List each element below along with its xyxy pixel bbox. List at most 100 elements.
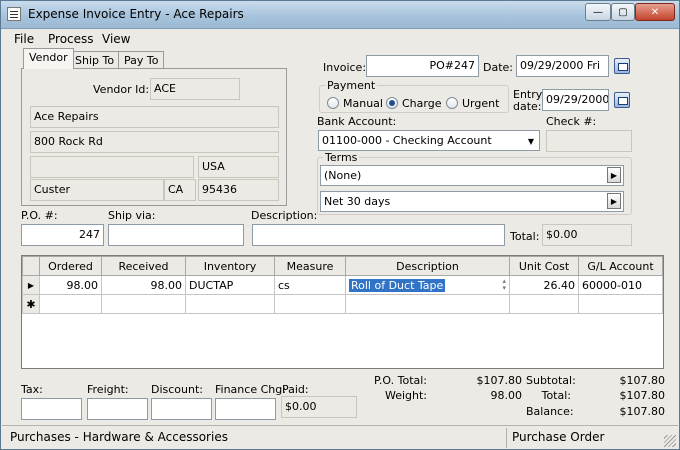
menu-bar: File Process View	[1, 30, 679, 48]
total-label: Total:	[510, 230, 540, 243]
cell-ordered[interactable]: 98.00	[39, 275, 102, 295]
weight-value: 98.00	[490, 389, 523, 402]
maximize-button[interactable]: ▢	[611, 3, 635, 21]
payment-charge-label[interactable]: Charge	[402, 97, 441, 110]
app-icon[interactable]	[7, 7, 21, 21]
finance-charge-label: Finance Chg:	[215, 383, 286, 396]
col-gl-account-header[interactable]: G/L Account	[578, 256, 663, 276]
subtotal-label: Subtotal:	[526, 374, 576, 387]
new-row-indicator-icon[interactable]: ✱	[22, 294, 40, 314]
col-unit-cost-header[interactable]: Unit Cost	[509, 256, 579, 276]
line-items-table: Ordered Received Inventory Measure Descr…	[22, 256, 663, 314]
vendor-name-field[interactable]: Ace Repairs	[30, 106, 279, 128]
cell-description-selected-text[interactable]: Roll of Duct Tape	[349, 278, 446, 292]
new-cell-measure[interactable]	[274, 294, 346, 314]
current-row-indicator-icon[interactable]: ▶	[22, 275, 40, 295]
status-document-type: Purchase Order	[512, 430, 605, 444]
tab-vendor[interactable]: Vendor	[23, 48, 74, 69]
entry-date-label-line2: date:	[513, 100, 542, 113]
bank-account-select[interactable]: 01100-000 - Checking Account	[318, 130, 540, 151]
title-bar[interactable]: Expense Invoice Entry - Ace Repairs — ▢ …	[1, 1, 679, 29]
grand-total-label: Total:	[541, 389, 571, 402]
payment-charge-radio[interactable]	[386, 97, 398, 109]
table-row[interactable]: ▶ 98.00 98.00 DUCTAP cs Roll of Duct Tap…	[22, 275, 663, 295]
paid-label: Paid:	[282, 383, 309, 396]
po-total-value: $107.80	[476, 374, 523, 387]
menu-view[interactable]: View	[102, 32, 130, 46]
payment-label: Payment	[325, 79, 378, 92]
cell-inventory[interactable]: DUCTAP	[185, 275, 275, 295]
menu-process[interactable]: Process	[48, 32, 94, 46]
terms-field-1[interactable]: (None)	[320, 165, 624, 186]
col-measure-header[interactable]: Measure	[274, 256, 346, 276]
po-total-label: P.O. Total:	[374, 374, 428, 387]
vendor-tab-panel: Vendor Id: ACE Ace Repairs 800 Rock Rd U…	[21, 68, 287, 206]
finance-charge-field[interactable]	[215, 398, 276, 420]
payment-manual-radio[interactable]	[327, 97, 339, 109]
vendor-address1-field[interactable]: 800 Rock Rd	[30, 131, 279, 153]
vendor-address2-field[interactable]	[30, 156, 194, 178]
vendor-country-field[interactable]: USA	[198, 156, 279, 178]
terms-1-arrow-icon[interactable]: ▶	[607, 167, 621, 183]
new-cell-ordered[interactable]	[39, 294, 102, 314]
vendor-city-field[interactable]: Custer	[30, 179, 164, 201]
date-field[interactable]: 09/29/2000 Fri	[516, 55, 609, 77]
cell-gl-account[interactable]: 60000-010	[578, 275, 663, 295]
date-calendar-icon[interactable]	[614, 58, 630, 74]
new-cell-inventory[interactable]	[185, 294, 275, 314]
close-button[interactable]: ✕	[635, 3, 675, 21]
line-items-grid[interactable]: Ordered Received Inventory Measure Descr…	[21, 255, 664, 369]
new-cell-description[interactable]	[345, 294, 510, 314]
vendor-id-field[interactable]: ACE	[150, 78, 240, 100]
payment-manual-label[interactable]: Manual	[343, 97, 383, 110]
terms-2-arrow-icon[interactable]: ▶	[607, 193, 621, 209]
cell-unit-cost[interactable]: 26.40	[509, 275, 579, 295]
window-title: Expense Invoice Entry - Ace Repairs	[28, 7, 244, 21]
cell-measure[interactable]: cs	[274, 275, 346, 295]
bank-account-label: Bank Account:	[317, 115, 397, 128]
new-cell-unit-cost[interactable]	[509, 294, 579, 314]
po-number-label: P.O. #:	[21, 209, 58, 222]
col-inventory-header[interactable]: Inventory	[185, 256, 275, 276]
invoice-field[interactable]: PO#247	[366, 55, 479, 77]
total-field[interactable]: $0.00	[542, 224, 632, 246]
payment-urgent-label[interactable]: Urgent	[462, 97, 499, 110]
ship-via-field[interactable]	[108, 224, 244, 246]
description-field[interactable]	[252, 224, 505, 246]
payment-urgent-radio[interactable]	[446, 97, 458, 109]
resize-grip-icon[interactable]	[664, 435, 676, 447]
col-description-header[interactable]: Description	[345, 256, 510, 276]
tax-field[interactable]	[21, 398, 82, 420]
weight-label: Weight:	[384, 389, 427, 402]
col-ordered-header[interactable]: Ordered	[39, 256, 102, 276]
cell-received[interactable]: 98.00	[101, 275, 186, 295]
date-label: Date:	[483, 61, 513, 74]
cell-description[interactable]: Roll of Duct Tape ▴ ▾	[345, 275, 510, 295]
vendor-zip-field[interactable]: 95436	[198, 179, 279, 201]
new-row[interactable]: ✱	[22, 294, 663, 314]
freight-label: Freight:	[87, 383, 129, 396]
ship-via-label: Ship via:	[108, 209, 156, 222]
new-cell-received[interactable]	[101, 294, 186, 314]
freight-field[interactable]	[87, 398, 148, 420]
balance-value: $107.80	[619, 405, 666, 418]
menu-file[interactable]: File	[14, 32, 34, 46]
col-received-header[interactable]: Received	[101, 256, 186, 276]
status-category: Purchases - Hardware & Accessories	[10, 430, 228, 444]
check-number-field[interactable]	[546, 130, 632, 152]
paid-field[interactable]: $0.00	[281, 396, 357, 418]
discount-field[interactable]	[151, 398, 212, 420]
bank-account-dropdown-icon[interactable]: ▼	[524, 132, 538, 150]
entry-date-calendar-icon[interactable]	[614, 92, 630, 108]
terms-field-2[interactable]: Net 30 days	[320, 191, 624, 212]
po-number-field[interactable]: 247	[21, 224, 104, 246]
description-spin-icon[interactable]: ▴ ▾	[502, 278, 506, 292]
discount-label: Discount:	[151, 383, 203, 396]
vendor-state-field[interactable]: CA	[164, 179, 196, 201]
minimize-button[interactable]: —	[585, 3, 611, 21]
new-cell-gl-account[interactable]	[578, 294, 663, 314]
terms-label: Terms	[323, 151, 360, 164]
check-number-label: Check #:	[546, 115, 597, 128]
description-label: Description:	[251, 209, 318, 222]
entry-date-field[interactable]: 09/29/2000	[542, 89, 609, 111]
